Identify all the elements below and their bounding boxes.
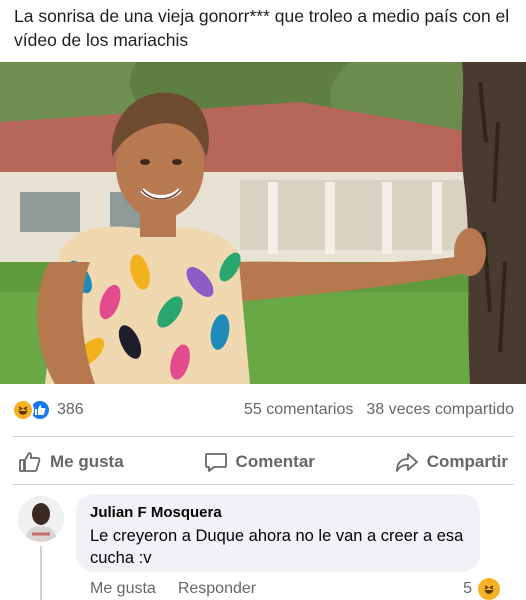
comment-reply-button[interactable]: Responder xyxy=(178,580,256,598)
comment-author[interactable]: Julian F Mosquera xyxy=(90,503,466,523)
comments-count[interactable]: 55 comentarios xyxy=(244,401,353,419)
like-button[interactable]: Me gusta xyxy=(12,447,130,477)
comment-text: Le creyeron a Duque ahora no le van a cr… xyxy=(90,527,464,567)
comment-button[interactable]: Comentar xyxy=(198,447,321,477)
reaction-count[interactable]: 386 xyxy=(57,401,84,419)
comment-bubble-icon xyxy=(204,453,227,472)
divider xyxy=(12,484,514,485)
post-photo[interactable] xyxy=(0,62,526,384)
post-text: La sonrisa de una vieja gonorr*** que tr… xyxy=(14,6,510,50)
comment-reaction-count: 5 xyxy=(463,580,472,597)
haha-reaction-icon xyxy=(12,399,34,421)
share-button[interactable]: Compartir xyxy=(389,447,514,477)
like-label: Me gusta xyxy=(50,452,124,471)
user-avatar-icon xyxy=(18,496,64,542)
avatar[interactable] xyxy=(18,496,64,542)
share-label: Compartir xyxy=(426,452,508,471)
reaction-icons[interactable] xyxy=(12,399,51,421)
comment-label: Comentar xyxy=(235,452,315,471)
haha-reaction-icon xyxy=(478,578,500,600)
divider xyxy=(12,436,514,437)
facebook-post: La sonrisa de una vieja gonorr*** que tr… xyxy=(0,0,526,600)
post-action-bar: Me gusta Comentar Compartir xyxy=(12,444,514,480)
thumbs-up-icon xyxy=(19,452,41,472)
photo-illustration xyxy=(0,62,526,384)
shares-count[interactable]: 38 veces compartido xyxy=(366,401,514,419)
comment-actions: Me gusta Responder 5 xyxy=(90,578,500,600)
comment-bubble: Julian F Mosquera Le creyeron a Duque ah… xyxy=(76,494,480,572)
share-arrow-icon xyxy=(395,453,418,472)
comment-reactions[interactable]: 5 xyxy=(463,578,500,600)
reactions-summary: 386 55 comentarios 38 veces compartido xyxy=(12,396,514,424)
comment-like-button[interactable]: Me gusta xyxy=(90,580,156,598)
thread-line xyxy=(40,546,42,600)
